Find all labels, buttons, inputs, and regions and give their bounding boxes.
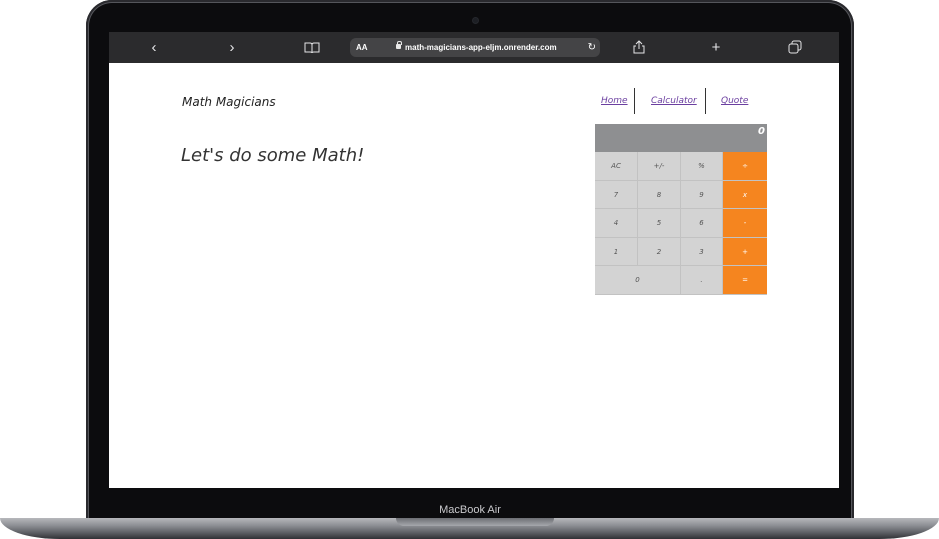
calculator-key[interactable]: - bbox=[723, 209, 767, 238]
calculator-key[interactable]: % bbox=[681, 152, 723, 181]
calculator-key[interactable]: 2 bbox=[638, 237, 681, 267]
text-size-button[interactable]: AA bbox=[356, 38, 368, 57]
forward-button[interactable]: › bbox=[220, 32, 244, 63]
calculator-key[interactable]: 0 bbox=[595, 266, 681, 295]
nav-link-quote[interactable]: Quote bbox=[721, 88, 748, 114]
calculator-key[interactable]: . bbox=[681, 266, 723, 295]
calculator-key[interactable]: 9 bbox=[681, 180, 723, 210]
calculator-key[interactable]: + bbox=[723, 237, 767, 267]
calculator-key[interactable]: 4 bbox=[595, 209, 638, 238]
nav-link-calculator[interactable]: Calculator bbox=[651, 88, 697, 114]
calculator-key[interactable]: AC bbox=[595, 152, 638, 181]
book-icon bbox=[304, 42, 320, 54]
reload-icon[interactable]: ↻ bbox=[588, 38, 596, 57]
lock-icon bbox=[396, 41, 402, 49]
calculator-key[interactable]: 3 bbox=[681, 237, 723, 267]
calculator-key[interactable]: x bbox=[723, 180, 767, 210]
new-tab-button[interactable]: + bbox=[704, 32, 728, 63]
nav-divider bbox=[634, 88, 635, 114]
calculator-key[interactable]: = bbox=[723, 266, 767, 295]
camera-icon bbox=[473, 18, 478, 23]
calculator-key[interactable]: 5 bbox=[638, 209, 681, 238]
nav-link-home[interactable]: Home bbox=[601, 88, 628, 114]
laptop-hinge-notch bbox=[396, 518, 554, 526]
calculator-key[interactable]: 7 bbox=[595, 180, 638, 210]
calculator-display: 0 bbox=[595, 124, 767, 152]
browser-screen: ‹ › AA math-magicians-app-eljm.onrender.… bbox=[109, 32, 839, 488]
device-label: MacBook Air bbox=[439, 504, 501, 516]
url-text: math-magicians-app-eljm.onrender.com bbox=[405, 43, 557, 52]
calculator-key[interactable]: 8 bbox=[638, 180, 681, 210]
site-brand: Math Magicians bbox=[182, 95, 276, 109]
bookmarks-button[interactable] bbox=[300, 32, 324, 63]
back-button[interactable]: ‹ bbox=[142, 32, 166, 63]
page-headline: Let's do some Math! bbox=[181, 145, 365, 166]
share-button[interactable] bbox=[627, 32, 651, 63]
calculator-key[interactable]: ÷ bbox=[723, 152, 767, 181]
calculator-key[interactable]: 1 bbox=[595, 237, 638, 267]
calculator-key[interactable]: +/- bbox=[638, 152, 681, 181]
web-page: Math Magicians Home Calculator Quote Let… bbox=[109, 63, 839, 488]
calculator-key[interactable]: 6 bbox=[681, 209, 723, 238]
address-bar[interactable]: AA math-magicians-app-eljm.onrender.com … bbox=[350, 38, 600, 57]
calculator: 0 AC +/-% ÷ 7 8 9 x 4 5 6- 1 2 3 +0. = bbox=[595, 124, 767, 295]
nav-divider bbox=[705, 88, 706, 114]
tabs-button[interactable] bbox=[783, 32, 807, 63]
browser-toolbar: ‹ › AA math-magicians-app-eljm.onrender.… bbox=[109, 32, 839, 63]
share-icon bbox=[633, 40, 645, 54]
tabs-icon bbox=[788, 40, 802, 54]
